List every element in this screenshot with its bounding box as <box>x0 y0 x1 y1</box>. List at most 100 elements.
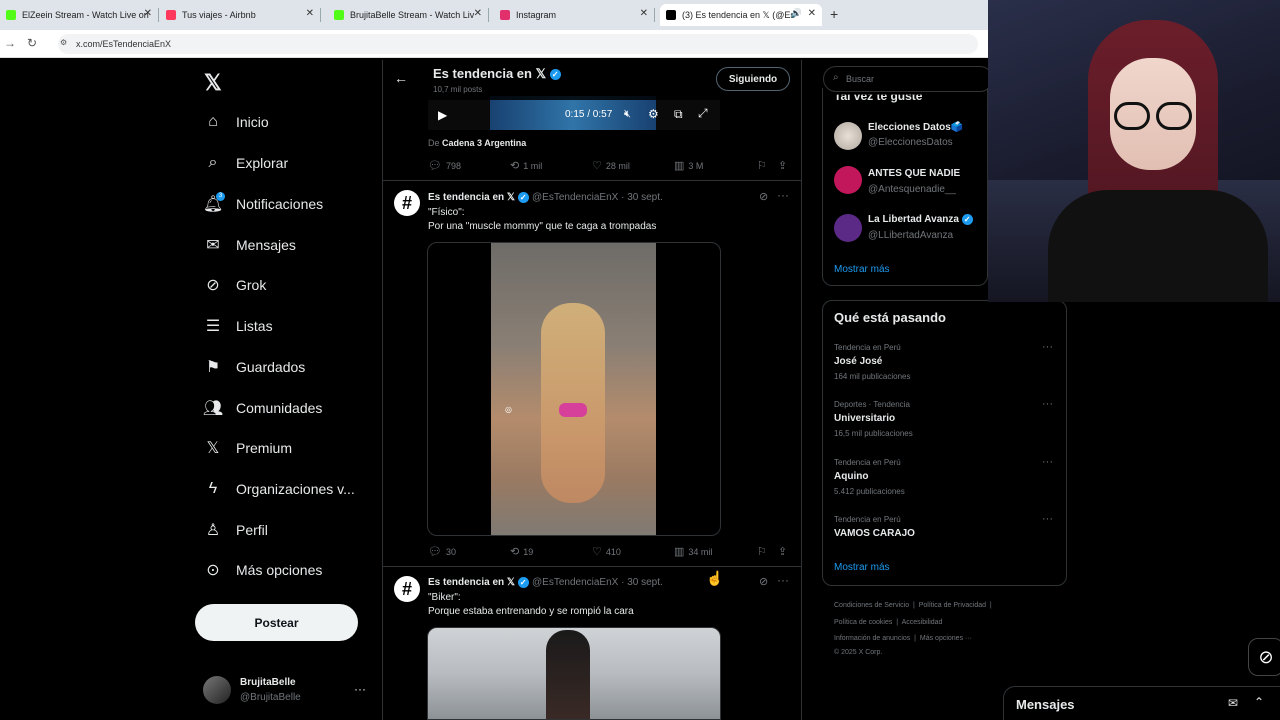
like-button[interactable]: ♡ 28 mil <box>592 159 630 172</box>
footer-link[interactable]: Política de cookies | Accesibilidad <box>834 619 942 626</box>
tweet-author[interactable]: Es tendencia en 𝕏 ✓ <box>428 577 529 588</box>
site-info-icon[interactable]: ⚙ <box>60 38 67 47</box>
instagram-watermark-icon: ◎ <box>505 405 512 414</box>
back-arrow-icon[interactable]: ← <box>394 70 408 86</box>
browser-tab-active[interactable]: (3) Es tendencia en 𝕏 (@Es 🔊 ✕ <box>660 4 822 26</box>
hashtag-avatar[interactable]: # <box>394 190 420 216</box>
video-source: De Cadena 3 Argentina <box>428 138 527 148</box>
browser-tab[interactable]: Tus viajes - Airbnb ✕ <box>160 4 321 26</box>
grok-icon[interactable]: ⊘ <box>759 575 768 588</box>
footer-link[interactable]: Información de anuncios | Más opciones ·… <box>834 635 972 642</box>
trend-category: Tendencia en Perú <box>834 515 901 524</box>
nav-item-comunidades[interactable]: 👥︎ Comunidades <box>203 395 323 421</box>
grok-float-button[interactable]: ⊘ <box>1248 638 1280 676</box>
x-logo-icon[interactable]: 𝕏 <box>204 70 222 96</box>
browser-tab[interactable]: BrujitaBelle Stream - Watch Liv ✕ <box>328 4 489 26</box>
hashtag-avatar[interactable]: # <box>394 576 420 602</box>
browser-tab[interactable]: ElZeein Stream - Watch Live on ✕ <box>0 4 159 26</box>
trend-name[interactable]: Universitario <box>834 413 895 424</box>
forward-icon[interactable]: → <box>4 36 16 50</box>
more-icon[interactable]: ··· <box>1042 398 1053 410</box>
more-icon[interactable]: ··· <box>1042 341 1053 353</box>
mute-icon[interactable]: 🔇︎ <box>624 108 631 121</box>
retweet-button[interactable]: ⟲ 1 mil <box>510 159 542 172</box>
new-message-icon[interactable]: ✉ <box>1228 696 1238 710</box>
more-icon[interactable]: ··· <box>1042 513 1053 525</box>
avatar[interactable] <box>834 122 862 150</box>
tweet-handle[interactable]: @EsTendenciaEnX · 30 sept. <box>532 192 663 203</box>
reload-icon[interactable]: ↻ <box>27 36 37 50</box>
trend-name[interactable]: José José <box>834 356 882 367</box>
close-tab-icon[interactable]: ✕ <box>306 8 314 19</box>
settings-icon[interactable]: ⚙ <box>648 107 659 121</box>
post-button[interactable]: Postear <box>195 604 358 641</box>
fullscreen-icon[interactable]: ⤢ <box>698 106 708 121</box>
nav-item-organizaciones[interactable]: ϟ Organizaciones v... <box>203 476 355 502</box>
browser-tab[interactable]: Instagram ✕ <box>494 4 655 26</box>
close-tab-icon[interactable]: ✕ <box>144 8 152 19</box>
views-button[interactable]: ▥ 3 M <box>674 159 703 172</box>
close-tab-icon[interactable]: ✕ <box>474 8 482 19</box>
account-name[interactable]: La Libertad Avanza ✓ <box>868 214 973 225</box>
browser-tab-bar: ElZeein Stream - Watch Live on ✕ Tus via… <box>0 0 988 30</box>
nav-item-explorar[interactable]: ⌕ Explorar <box>203 150 289 176</box>
account-handle[interactable]: @EleccionesDatos <box>868 137 953 148</box>
tweet-media[interactable]: ◎ <box>427 242 721 536</box>
account-handle[interactable]: @Antesquenadie__ <box>868 184 956 195</box>
account-name[interactable]: ANTES QUE NADIE <box>868 168 960 179</box>
nav-item-perfil[interactable]: ♙ Perfil <box>203 517 268 543</box>
reply-button[interactable]: 💬︎ 798 <box>428 159 461 172</box>
nav-item-inicio[interactable]: ⌂ Inicio <box>203 109 269 135</box>
trend-name[interactable]: VAMOS CARAJO <box>834 528 915 539</box>
divider <box>383 566 801 567</box>
following-button[interactable]: Siguiendo <box>716 67 790 91</box>
more-icon[interactable]: ··· <box>777 573 789 587</box>
video-player[interactable]: ▶ 0:15 / 0:57 🔇︎ ⚙ ⧉ ⤢ <box>428 96 720 130</box>
speaker-icon[interactable]: 🔊 <box>791 8 802 19</box>
retweet-button[interactable]: ⟲ 19 <box>510 545 533 558</box>
new-tab-button[interactable]: + <box>830 6 838 22</box>
close-tab-icon[interactable]: ✕ <box>808 8 816 19</box>
show-more-link[interactable]: Mostrar más <box>834 264 890 275</box>
share-button[interactable]: ⇪ <box>778 159 791 172</box>
nav-item-grok[interactable]: ⊘ Grok <box>203 272 266 298</box>
more-icon[interactable]: ··· <box>1042 456 1053 468</box>
reply-button[interactable]: 💬︎ 30 <box>428 545 456 558</box>
url-field[interactable]: ⚙ x.com/EsTendenciaEnX <box>58 34 978 54</box>
tweet-author[interactable]: Es tendencia en 𝕏 ✓ <box>428 192 529 203</box>
more-icon[interactable]: ··· <box>777 188 789 202</box>
nav-item-listas[interactable]: ☰ Listas <box>203 313 273 339</box>
nav-item-notificaciones[interactable]: 🔔︎ 3 Notificaciones <box>203 191 323 217</box>
more-circle-icon: ⊙ <box>206 562 220 579</box>
footer-link[interactable]: Condiciones de Servicio | Política de Pr… <box>834 602 992 609</box>
account-menu-icon[interactable]: ··· <box>354 682 366 696</box>
pip-icon[interactable]: ⧉ <box>674 107 683 122</box>
grok-icon[interactable]: ⊘ <box>759 190 768 203</box>
tweet-media[interactable] <box>427 627 721 720</box>
nav-item-guardados[interactable]: ⚑ Guardados <box>203 354 305 380</box>
nav-item-premium[interactable]: 𝕏 Premium <box>203 435 292 461</box>
trend-name[interactable]: Aquino <box>834 471 868 482</box>
messages-drawer[interactable]: Mensajes ✉ ⌃ <box>1003 686 1280 720</box>
avatar[interactable] <box>834 214 862 242</box>
play-icon[interactable]: ▶ <box>438 108 447 122</box>
views-button[interactable]: ▥ 34 mil <box>674 545 712 558</box>
tweet-handle[interactable]: @EsTendenciaEnX · 30 sept. <box>532 577 663 588</box>
nav-item-mas-opciones[interactable]: ⊙ Más opciones <box>203 557 322 583</box>
avatar[interactable] <box>203 676 231 704</box>
share-button[interactable]: ⇪ <box>778 545 791 558</box>
bookmark-button[interactable]: ⚐ <box>757 159 771 172</box>
verified-icon: ✓ <box>517 192 529 203</box>
account-handle[interactable]: @LLibertadAvanza <box>868 230 953 241</box>
home-icon: ⌂ <box>208 113 218 130</box>
chevron-up-icon[interactable]: ⌃ <box>1254 695 1264 709</box>
account-name[interactable]: Elecciones Datos🗳️ <box>868 122 963 133</box>
show-more-link[interactable]: Mostrar más <box>834 562 890 573</box>
bookmark-button[interactable]: ⚐ <box>757 545 771 558</box>
nav-item-mensajes[interactable]: ✉ Mensajes <box>203 232 296 258</box>
close-tab-icon[interactable]: ✕ <box>640 8 648 19</box>
like-button[interactable]: ♡ 410 <box>592 545 621 558</box>
avatar[interactable] <box>834 166 862 194</box>
x-logo-icon <box>666 10 676 20</box>
reply-icon: 💬︎ <box>428 160 442 172</box>
